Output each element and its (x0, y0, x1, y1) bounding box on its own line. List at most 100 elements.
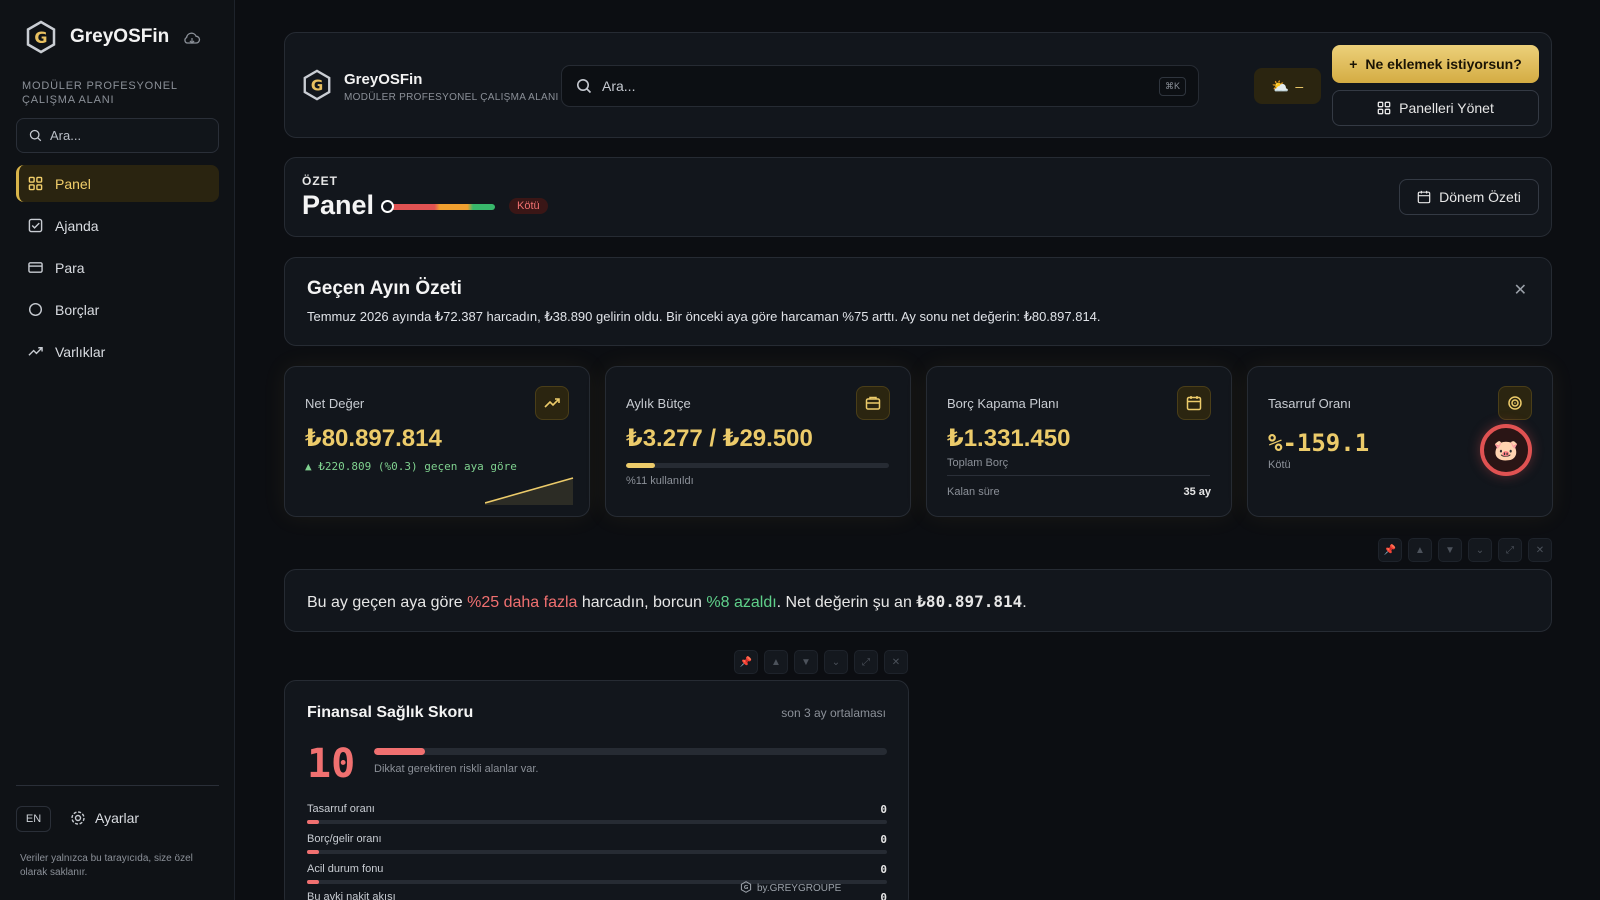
debt-label: Borç Kapama Planı (947, 396, 1060, 411)
collapse-icon[interactable]: ⌄ (824, 650, 848, 674)
check-square-icon (28, 218, 43, 233)
sidebar-item-label: Para (55, 259, 85, 276)
manage-panels-button[interactable]: Panelleri Yönet (1332, 90, 1539, 126)
weather-button[interactable]: ⛅ – (1254, 68, 1321, 104)
score-bar (374, 748, 887, 755)
score-title: Finansal Sağlık Skoru (307, 704, 474, 721)
sidebar-item-para[interactable]: Para (16, 249, 219, 286)
period-summary-button[interactable]: Dönem Özeti (1399, 179, 1539, 215)
close-icon[interactable]: ✕ (884, 650, 908, 674)
sidebar-item-varliklar[interactable]: Varlıklar (16, 333, 219, 370)
greyos-logo-icon: G (301, 69, 333, 106)
monthly-insight: Bu ay geçen aya göre %25 daha fazla harc… (284, 569, 1552, 632)
metric-value: 0 (880, 803, 887, 816)
trend-up-icon (535, 386, 569, 420)
sidebar-item-panel[interactable]: Panel (16, 165, 219, 202)
weather-icon: ⛅ (1271, 77, 1290, 94)
search-icon (29, 129, 42, 142)
plus-icon: + (1349, 56, 1358, 72)
insight-part: harcadın, borcun (577, 594, 707, 611)
sidebar-item-label: Panel (55, 175, 91, 192)
cloud-sync-icon[interactable] (182, 30, 202, 46)
sidebar-divider (16, 785, 219, 786)
grid-icon (1377, 101, 1391, 115)
close-icon[interactable]: ✕ (1528, 538, 1552, 562)
panel-eyebrow: ÖZET (302, 174, 338, 188)
sidebar-search[interactable] (16, 118, 219, 153)
summary-text: Temmuz 2026 ayında ₺72.387 harcadın, ₺38… (307, 309, 1101, 324)
metric-track (307, 820, 887, 824)
card-icon (28, 262, 43, 273)
collapse-icon[interactable]: ⌄ (1468, 538, 1492, 562)
metric-track (307, 850, 887, 854)
remaining-label: Kalan süre (947, 486, 1000, 498)
net-worth-sparkline (485, 477, 574, 505)
health-gauge (385, 204, 495, 210)
gear-icon (71, 811, 85, 825)
move-down-icon[interactable]: ▼ (794, 650, 818, 674)
credit-text: by.GREYGROUPE (757, 883, 842, 894)
card-toolbar: 📌 ▲ ▼ ⌄ ⤢ ✕ (1378, 538, 1552, 562)
language-button[interactable]: EN (16, 806, 51, 832)
calendar-icon (1417, 190, 1431, 204)
pin-icon[interactable]: 📌 (734, 650, 758, 674)
close-icon[interactable]: ✕ (1514, 280, 1527, 300)
sidebar-item-ajanda[interactable]: Ajanda (16, 207, 219, 244)
move-up-icon[interactable]: ▲ (764, 650, 788, 674)
insight-part: . (1022, 594, 1027, 611)
sidebar-item-borclar[interactable]: Borçlar (16, 291, 219, 328)
sidebar: G GreyOSFin MODÜLER PROFESYONEL ÇALIŞMA … (0, 0, 235, 900)
add-new-button[interactable]: + Ne eklemek istiyorsun? (1332, 45, 1539, 83)
insight-spend-highlight: %25 daha fazla (467, 594, 578, 611)
sidebar-search-input[interactable] (50, 128, 200, 143)
global-search-input[interactable] (602, 78, 1142, 94)
health-gauge-marker (381, 200, 394, 213)
greyos-logo-icon: G (24, 20, 58, 54)
savings-value: %-159.1 (1268, 429, 1370, 457)
insight-text: Bu ay geçen aya göre %25 daha fazla harc… (307, 592, 1027, 612)
sidebar-item-label: Ajanda (55, 217, 99, 234)
metric-value: 0 (880, 891, 887, 900)
global-search[interactable]: ⌘K (561, 65, 1199, 107)
metric-value: 0 (880, 863, 887, 876)
divider (947, 475, 1210, 476)
target-icon (1498, 386, 1532, 420)
brand-name: GreyOSFin (70, 26, 170, 47)
metric-row: Tasarruf oranı 0 (307, 803, 887, 824)
sidebar-item-label: Borçlar (55, 301, 100, 318)
budget-label: Aylık Bütçe (626, 396, 691, 411)
expand-icon[interactable]: ⤢ (854, 650, 878, 674)
last-month-summary: Geçen Ayın Özeti Temmuz 2026 ayında ₺72.… (284, 257, 1552, 346)
expand-icon[interactable]: ⤢ (1498, 538, 1522, 562)
weather-value: – (1295, 78, 1304, 94)
savings-status: Kötü (1268, 459, 1291, 471)
card-toolbar: 📌 ▲ ▼ ⌄ ⤢ ✕ (734, 650, 908, 674)
score-note: Dikkat gerektiren riskli alanlar var. (374, 763, 539, 775)
savings-label: Tasarruf Oranı (1268, 396, 1352, 411)
monthly-budget-card[interactable]: Aylık Bütçe ₺3.277 / ₺29.500 %11 kullanı… (605, 366, 911, 517)
debt-plan-card[interactable]: Borç Kapama Planı ₺1.331.450 Toplam Borç… (926, 366, 1232, 517)
savings-rate-card[interactable]: Tasarruf Oranı %-159.1 Kötü 🐷 (1247, 366, 1553, 517)
circle-icon (28, 302, 43, 317)
page-title: Panel (302, 190, 375, 220)
sidebar-item-label: Varlıklar (55, 343, 106, 360)
debt-sub: Toplam Borç (947, 457, 1009, 469)
move-down-icon[interactable]: ▼ (1438, 538, 1462, 562)
insight-part: . Net değerin şu an (776, 594, 917, 611)
move-up-icon[interactable]: ▲ (1408, 538, 1432, 562)
score-value: 10 (307, 741, 356, 787)
panel-header: ÖZET Panel Kötü Dönem Özeti (284, 157, 1552, 237)
sidebar-brand[interactable]: G GreyOSFin (24, 20, 169, 54)
settings-button[interactable]: Ayarlar (70, 810, 139, 826)
metric-value: 0 (880, 833, 887, 846)
calendar-icon (1177, 386, 1211, 420)
net-worth-card[interactable]: Net Değer ₺80.897.814 ▲ ₺220.809 (%0.3) … (284, 366, 590, 517)
svg-text:G: G (34, 28, 47, 47)
wallet-icon (856, 386, 890, 420)
manage-panels-label: Panelleri Yönet (1399, 100, 1494, 116)
pin-icon[interactable]: 📌 (1378, 538, 1402, 562)
sidebar-tagline: MODÜLER PROFESYONEL ÇALIŞMA ALANI (22, 80, 178, 106)
piggy-bank-icon: 🐷 (1480, 424, 1532, 476)
settings-label: Ayarlar (95, 810, 140, 826)
debt-value: ₺1.331.450 (947, 425, 1071, 452)
